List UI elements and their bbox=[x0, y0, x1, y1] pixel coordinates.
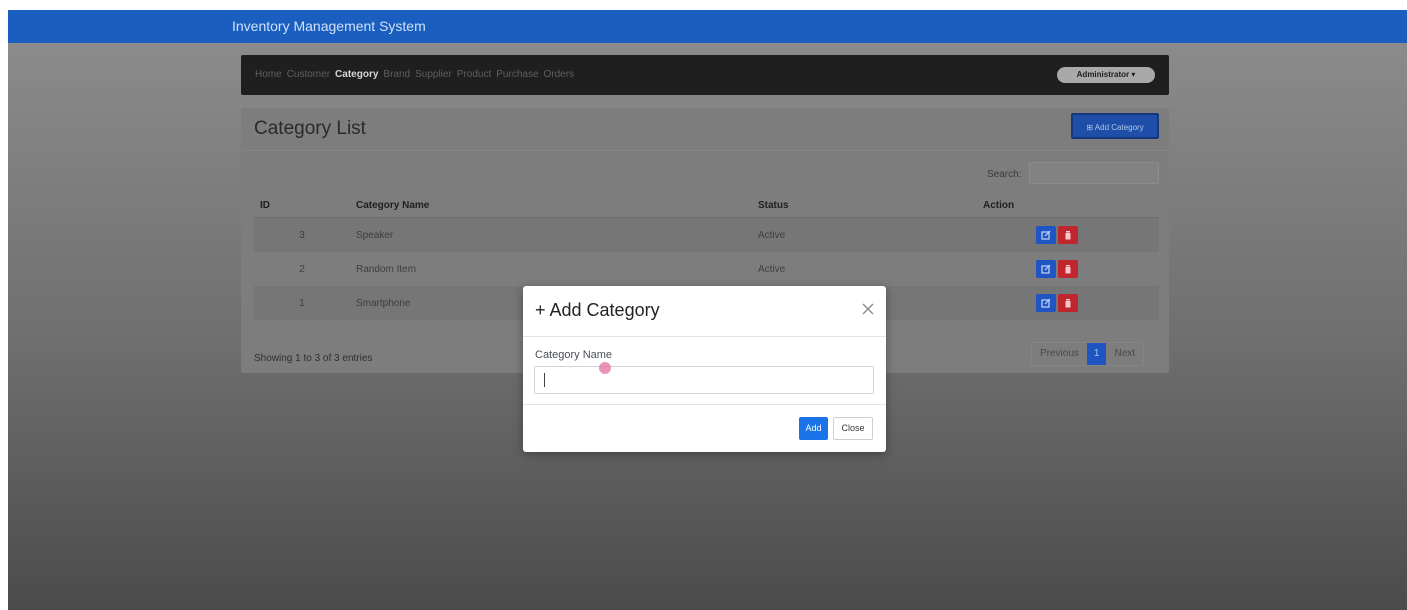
user-menu-button[interactable]: Administrator ▾ bbox=[1057, 67, 1155, 83]
add-button[interactable]: Add bbox=[799, 417, 828, 440]
trash-icon bbox=[1065, 265, 1071, 274]
col-header-category-name[interactable]: Category Name bbox=[350, 193, 752, 218]
trash-icon bbox=[1065, 299, 1071, 308]
add-category-modal: + Add Category Category Name Add Close bbox=[523, 286, 886, 452]
edit-button[interactable] bbox=[1036, 294, 1056, 312]
cell-action bbox=[977, 252, 1159, 286]
page-title: Category List bbox=[254, 118, 366, 139]
edit-button[interactable] bbox=[1036, 260, 1056, 278]
pagination-previous[interactable]: Previous bbox=[1032, 343, 1087, 365]
table-row: 3 Speaker Active bbox=[254, 217, 1159, 252]
search-input[interactable] bbox=[1029, 162, 1159, 184]
modal-header: + Add Category bbox=[523, 286, 886, 337]
nav-orders[interactable]: Orders bbox=[544, 69, 575, 80]
cell-status: Active bbox=[758, 263, 786, 275]
col-header-id[interactable]: ID bbox=[254, 193, 350, 218]
cell-status: Active bbox=[752, 217, 977, 252]
cell-id: 1 bbox=[254, 286, 350, 320]
add-category-button[interactable]: ⊞ Add Category bbox=[1071, 113, 1159, 139]
edit-icon bbox=[1041, 298, 1051, 308]
nav-customer[interactable]: Customer bbox=[287, 69, 330, 80]
nav-brand[interactable]: Brand bbox=[383, 69, 410, 80]
cell-category-name: Random Item bbox=[356, 263, 417, 275]
cell-id: 2 bbox=[299, 263, 305, 275]
trash-icon bbox=[1065, 231, 1071, 240]
nav-links: Home Customer Category Brand Supplier Pr… bbox=[255, 69, 574, 80]
table-header-row: ID Category Name Status Action bbox=[254, 193, 1159, 218]
search-label: Search: bbox=[987, 169, 1022, 180]
pagination-page-1[interactable]: 1 bbox=[1086, 343, 1107, 365]
nav-category[interactable]: Category bbox=[335, 69, 378, 80]
col-header-status[interactable]: Status bbox=[752, 193, 977, 218]
modal-title: + Add Category bbox=[535, 300, 660, 320]
category-name-label: Category Name bbox=[535, 349, 613, 361]
table-row: 2 Random Item Active bbox=[254, 252, 1159, 286]
app-title: Inventory Management System bbox=[232, 18, 426, 34]
col-header-action: Action bbox=[977, 193, 1159, 218]
close-icon[interactable] bbox=[860, 301, 876, 317]
main-navbar: Home Customer Category Brand Supplier Pr… bbox=[241, 55, 1169, 95]
nav-purchase[interactable]: Purchase bbox=[496, 69, 538, 80]
delete-button[interactable] bbox=[1058, 226, 1078, 244]
text-caret bbox=[544, 373, 545, 387]
nav-product[interactable]: Product bbox=[457, 69, 491, 80]
delete-button[interactable] bbox=[1058, 260, 1078, 278]
cell-action bbox=[977, 286, 1159, 320]
category-name-input[interactable] bbox=[534, 366, 874, 394]
add-category-label: Add Category bbox=[1094, 123, 1144, 132]
panel-header: Category List ⊞ Add Category bbox=[241, 108, 1169, 151]
delete-button[interactable] bbox=[1058, 294, 1078, 312]
close-button[interactable]: Close bbox=[833, 417, 873, 440]
modal-footer: Add Close bbox=[523, 404, 886, 453]
cell-id: 3 bbox=[254, 217, 350, 252]
edit-icon bbox=[1041, 264, 1051, 274]
edit-button[interactable] bbox=[1036, 226, 1056, 244]
plus-square-icon: ⊞ bbox=[1086, 123, 1093, 132]
nav-supplier[interactable]: Supplier bbox=[415, 69, 452, 80]
table-info: Showing 1 to 3 of 3 entries bbox=[254, 353, 373, 364]
cell-category-name: Speaker bbox=[350, 217, 752, 252]
edit-icon bbox=[1041, 230, 1051, 240]
pagination: Previous 1 Next bbox=[1031, 342, 1145, 366]
nav-home[interactable]: Home bbox=[255, 69, 282, 80]
cell-action bbox=[977, 217, 1159, 252]
top-bar: Inventory Management System bbox=[8, 10, 1407, 43]
mouse-cursor-indicator bbox=[599, 362, 611, 374]
pagination-next[interactable]: Next bbox=[1106, 343, 1143, 365]
